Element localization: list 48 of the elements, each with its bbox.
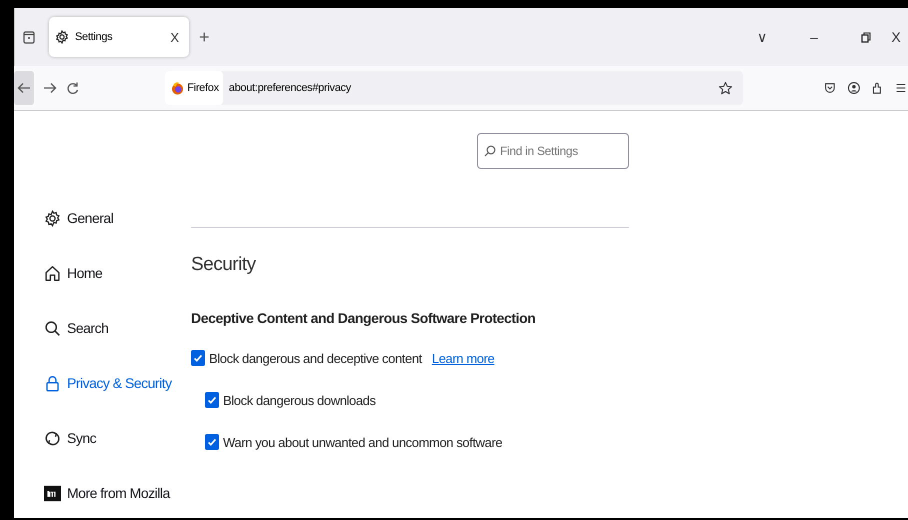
back-button[interactable]: [14, 71, 34, 105]
gear-icon: [44, 208, 61, 228]
identity-badge[interactable]: Firefox: [165, 71, 223, 105]
browser-tab[interactable]: Settings X: [49, 17, 189, 57]
sidebar-item[interactable]: More from Mozilla: [44, 482, 170, 504]
sidebar-item[interactable]: Home: [44, 262, 102, 284]
search-icon: [44, 318, 61, 338]
check-icon: [206, 436, 218, 448]
account-icon[interactable]: [846, 81, 860, 95]
check-icon: [206, 394, 218, 406]
search-field[interactable]: Find in Settings: [477, 133, 629, 169]
checkbox-label[interactable]: Warn you about unwanted and uncommon software: [223, 434, 502, 450]
mozilla-logo-icon: [44, 484, 61, 502]
checkbox[interactable]: [205, 434, 219, 450]
close-window-button[interactable]: X: [884, 25, 908, 49]
sync-icon: [44, 428, 61, 448]
new-tab-button[interactable]: +: [199, 26, 210, 48]
tab-list-button[interactable]: ∨: [750, 25, 774, 49]
section-subtitle: Deceptive Content and Dangerous Software Protection: [191, 310, 536, 326]
checkbox[interactable]: [205, 392, 219, 408]
sidebar-item[interactable]: General: [44, 207, 114, 229]
section-title: Security: [191, 254, 257, 276]
check-icon: [192, 352, 204, 364]
close-tab-button[interactable]: X: [170, 30, 179, 44]
gear-icon: [55, 30, 69, 44]
firefox-logo-icon: [171, 81, 184, 95]
lock-icon: [44, 374, 61, 392]
reload-icon: [67, 81, 80, 95]
shield-icon[interactable]: [822, 81, 836, 95]
restore-icon: [861, 32, 871, 42]
sidebar-item[interactable]: Search: [44, 317, 108, 339]
tab-title: Settings: [75, 31, 114, 43]
search-icon: [484, 145, 496, 157]
address-bar[interactable]: Firefox about:preferences#privacy: [165, 71, 743, 105]
tab-overview-icon[interactable]: [21, 29, 37, 45]
menu-icon[interactable]: [894, 81, 908, 95]
sidebar-item[interactable]: Privacy & Security: [44, 372, 172, 394]
learn-more-link[interactable]: Learn more: [432, 350, 494, 366]
checkbox-label[interactable]: Block dangerous downloads: [223, 392, 376, 408]
checkbox-label[interactable]: Block dangerous and deceptive content: [209, 350, 422, 366]
star-icon[interactable]: [718, 80, 733, 96]
home-icon: [44, 264, 61, 282]
back-arrow-icon: [16, 82, 31, 94]
minimize-button[interactable]: –: [802, 25, 826, 49]
url-text: about:preferences#privacy: [228, 82, 351, 94]
checkbox[interactable]: [191, 350, 205, 366]
forward-arrow-icon: [42, 82, 57, 94]
sidebar-item[interactable]: Sync: [44, 427, 96, 449]
